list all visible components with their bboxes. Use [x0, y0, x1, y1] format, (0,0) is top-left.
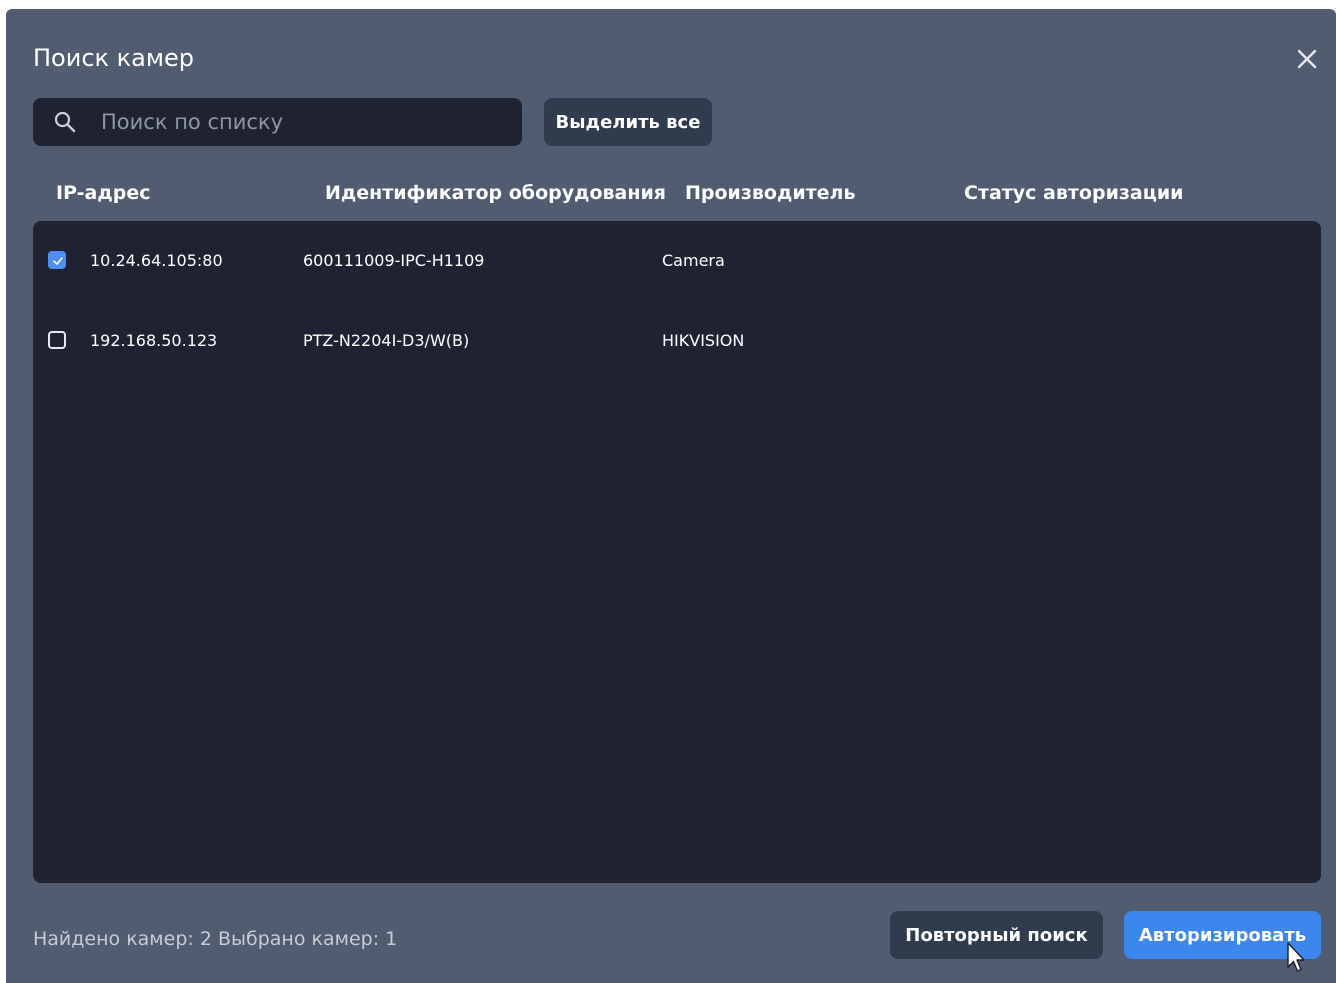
- search-icon: [54, 111, 76, 133]
- checkmark-icon: [53, 257, 63, 265]
- search-input[interactable]: [101, 98, 501, 146]
- cell-manufacturer: HIKVISION: [662, 331, 745, 350]
- column-header-auth-status: Статус авторизации: [964, 182, 1184, 204]
- row-checkbox[interactable]: [48, 251, 66, 269]
- close-button[interactable]: [1292, 44, 1322, 74]
- row-checkbox[interactable]: [48, 331, 66, 349]
- cell-device-id: 600111009-IPC-H1109: [303, 251, 485, 270]
- cell-ip: 10.24.64.105:80: [90, 251, 223, 270]
- cell-manufacturer: Camera: [662, 251, 725, 270]
- camera-search-dialog: Поиск камер Выделить все IP-адрес Иденти…: [6, 9, 1336, 983]
- close-icon: [1297, 49, 1317, 69]
- mouse-pointer-icon: [1287, 942, 1305, 972]
- cell-device-id: PTZ-N2204I-D3/W(B): [303, 331, 470, 350]
- found-selected-status: Найдено камер: 2 Выбрано камер: 1: [33, 928, 398, 950]
- column-header-manufacturer: Производитель: [685, 182, 856, 204]
- retry-search-button[interactable]: Повторный поиск: [890, 911, 1103, 959]
- cell-ip: 192.168.50.123: [90, 331, 218, 350]
- column-header-device-id: Идентификатор оборудования: [325, 182, 666, 204]
- table-row[interactable]: 192.168.50.123 PTZ-N2204I-D3/W(B) HIKVIS…: [33, 321, 1321, 361]
- search-box: [33, 98, 522, 146]
- select-all-button[interactable]: Выделить все: [544, 98, 712, 146]
- camera-table: 10.24.64.105:80 600111009-IPC-H1109 Came…: [33, 221, 1321, 883]
- column-header-ip: IP-адрес: [56, 182, 151, 204]
- dialog-title: Поиск камер: [33, 44, 194, 72]
- table-row[interactable]: 10.24.64.105:80 600111009-IPC-H1109 Came…: [33, 241, 1321, 281]
